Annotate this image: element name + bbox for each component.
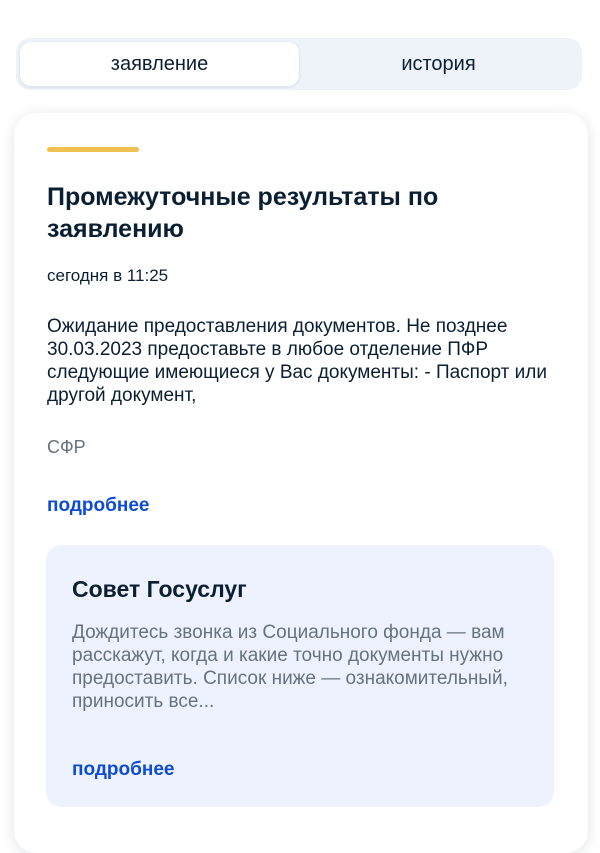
card-title: Промежуточные результаты по заявлению [47,183,439,243]
tab-statement[interactable]: заявление [20,42,299,86]
card-timestamp: сегодня в 11:25 [47,266,169,285]
tab-history[interactable]: история [299,42,578,86]
advice-text: Дождитесь звонка из Социального фонда — … [72,622,508,712]
advice-title: Совет Госуслуг [72,576,247,602]
card-more-link[interactable]: подробнее [47,495,149,517]
advice-block: Совет Госуслуг Дождитесь звонка из Социа… [46,545,554,807]
card-source: СФР [47,437,86,457]
status-card: Промежуточные результаты по заявлению се… [14,113,588,853]
status-accent-bar [47,147,139,152]
segmented-tabs: заявление история [16,38,582,90]
advice-more-link[interactable]: подробнее [72,759,174,781]
card-message: Ожидание предоставления документов. Не п… [47,316,547,406]
